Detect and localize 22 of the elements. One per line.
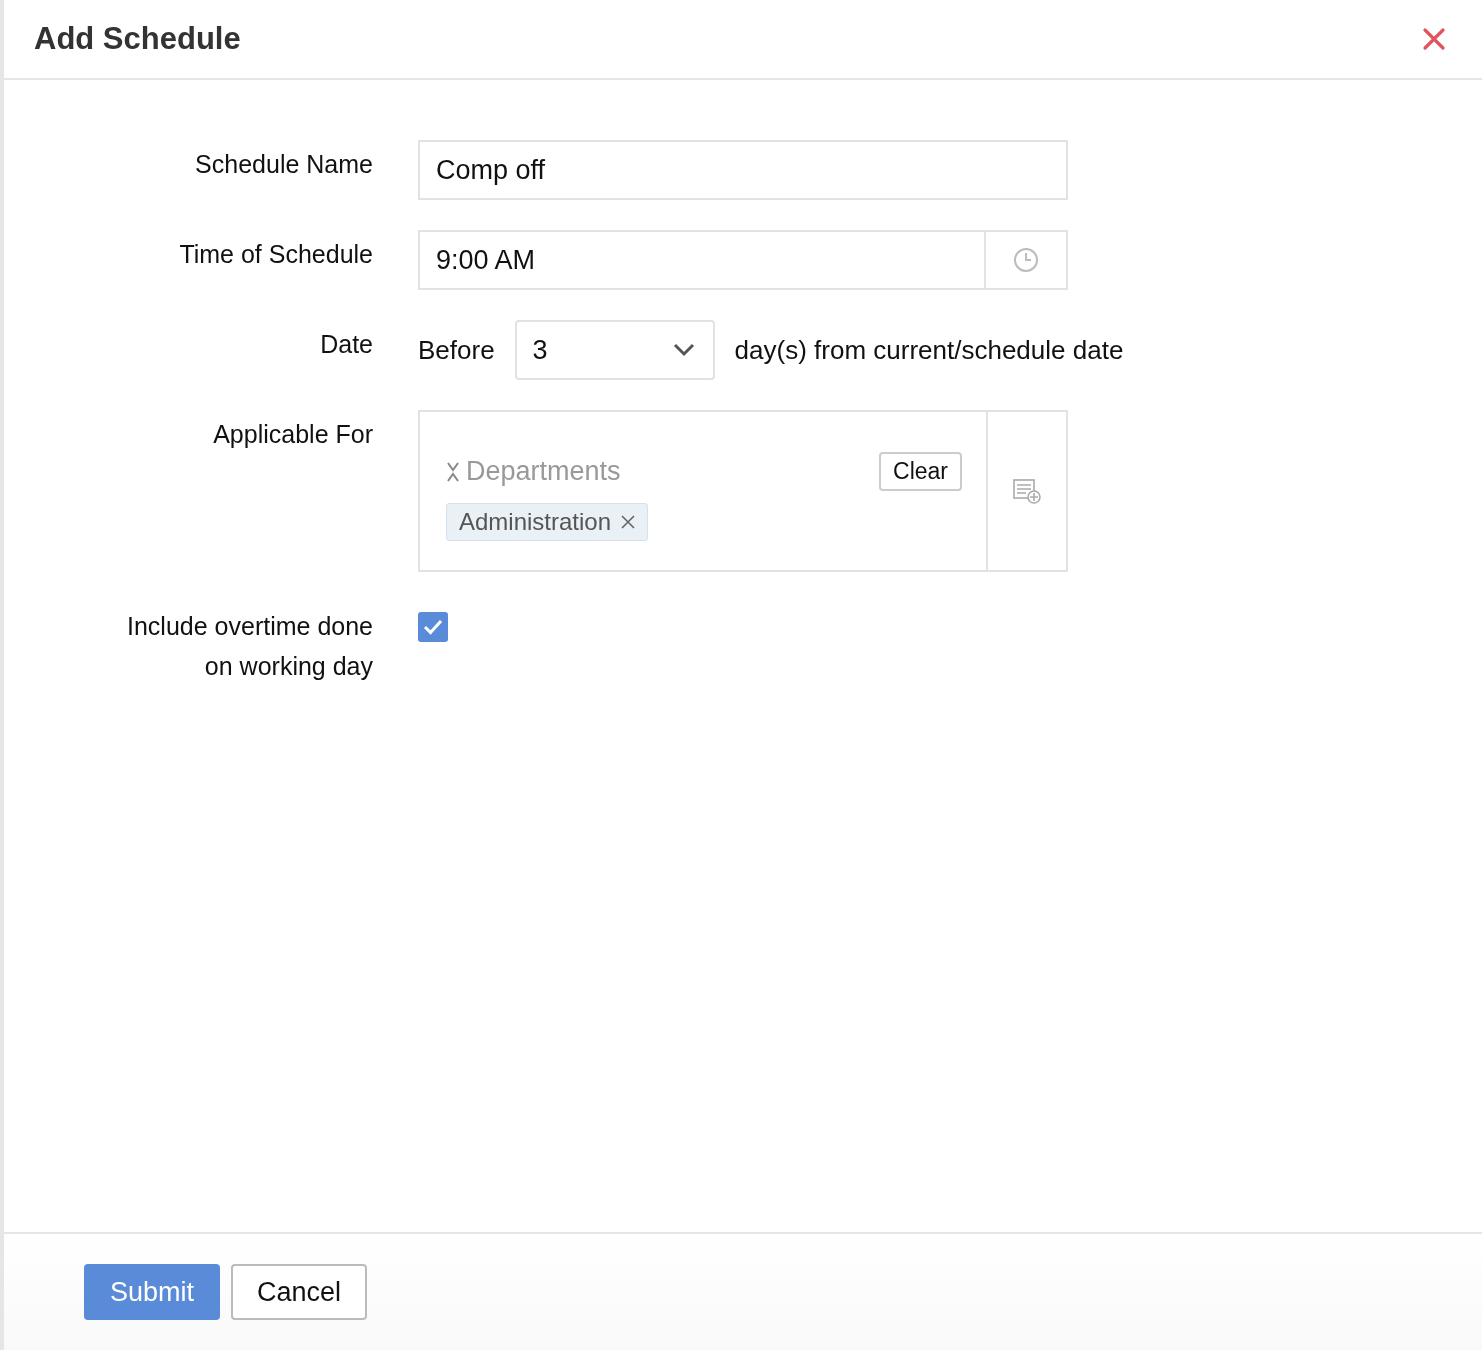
- group-heading: Departments: [466, 456, 622, 487]
- field-label: Applicable For: [212, 419, 374, 450]
- days-dropdown[interactable]: 3: [514, 320, 715, 380]
- chevron-down-icon: [672, 343, 695, 357]
- days-description: day(s) from current/schedule date: [734, 334, 1124, 366]
- remove-icon[interactable]: [621, 515, 636, 529]
- field-label: Time of Schedule: [178, 239, 374, 270]
- field-label: Schedule Name: [194, 149, 374, 180]
- clock-icon[interactable]: [1013, 247, 1039, 273]
- list-add-icon[interactable]: [1012, 477, 1042, 505]
- collapse-icon[interactable]: [446, 460, 460, 483]
- field-label: Include overtime done on working day: [126, 611, 374, 682]
- close-icon[interactable]: [1422, 27, 1446, 51]
- checkbox[interactable]: [418, 612, 448, 642]
- time-field[interactable]: 9:00 AM: [418, 230, 1068, 290]
- dialog-title: Add Schedule: [34, 21, 241, 57]
- field-label: Date: [319, 329, 374, 360]
- before-text: Before: [418, 334, 495, 366]
- input-field[interactable]: Comp off: [418, 140, 1068, 200]
- cancel-button[interactable]: Cancel: [231, 1264, 368, 1320]
- tag-text: Administration: [459, 508, 612, 536]
- clear-button[interactable]: Clear: [879, 452, 962, 491]
